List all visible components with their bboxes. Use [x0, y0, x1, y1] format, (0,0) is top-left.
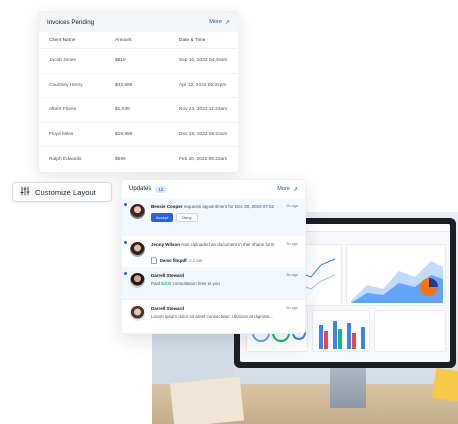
amount: $43,599	[115, 82, 133, 88]
update-time: 3h ago	[286, 273, 298, 277]
update-user-line: Darrell Steward	[151, 306, 298, 312]
column-header: Client Name	[49, 37, 76, 43]
amount: $819	[115, 58, 126, 64]
file-name: Demo file.pdf	[160, 257, 187, 263]
screen-panel-area-chart	[346, 244, 446, 306]
table-row[interactable]: Courtney Henry $43,599 Apr 12, 2022 05:0…	[39, 74, 238, 98]
date-time: Feb 20, 2022 06:22am	[179, 156, 228, 162]
table-row[interactable]: Albert Flores $1,039 Nov 23, 2022 11:23a…	[39, 98, 238, 123]
column-header: Date & Time	[179, 37, 206, 43]
client-name: Ralph Edwards	[49, 156, 82, 162]
update-item[interactable]: Jenny Wilson Has Uploaded an document in…	[122, 236, 305, 267]
update-user-name: Jenny Wilson	[151, 242, 180, 247]
accept-button[interactable]: Accept	[151, 213, 174, 222]
unread-dot	[124, 272, 127, 275]
invoices-more-label: More	[209, 19, 222, 25]
client-name: Courtney Henry	[49, 82, 83, 88]
update-text: Bessie Cooper requests appointment for D…	[151, 204, 298, 210]
invoices-more-link[interactable]: More ↗	[209, 19, 230, 26]
update-body: Bessie Cooper requests appointment for D…	[151, 204, 298, 230]
arrow-up-right-icon: ↗	[224, 19, 230, 26]
updates-more-link[interactable]: More ↗	[277, 186, 298, 193]
unread-dot	[124, 203, 127, 206]
unread-dot	[124, 241, 127, 244]
sticky-note	[432, 368, 458, 402]
update-highlight: Dec 30, 2019 07:52	[234, 204, 275, 209]
avatar	[130, 242, 145, 257]
update-user-name: Darrell Steward	[151, 306, 185, 311]
screen-panel-table	[374, 310, 446, 352]
client-name: Jacob Jones	[49, 58, 76, 64]
customize-layout-label: Customize Layout	[35, 187, 96, 197]
amount: $699	[115, 156, 126, 162]
update-body: Darrell Steward Lorem ipsum dolor sit am…	[151, 306, 298, 327]
update-time: 5h ago	[286, 306, 298, 310]
updates-more-label: More	[277, 186, 290, 192]
client-name: Floyd Miles	[49, 131, 74, 137]
update-user-name: Darrell Steward	[151, 273, 185, 278]
update-body: Darrell Steward Paid $200 consultation f…	[151, 273, 298, 293]
update-message-before: Paid	[151, 281, 161, 286]
update-actions: Accept Deny	[151, 213, 298, 222]
update-text: Paid $200 consultation fees to you	[151, 281, 298, 287]
updates-header: Updates 12 More ↗	[122, 180, 305, 198]
update-text: Jenny Wilson Has Uploaded an document in…	[151, 242, 298, 248]
updates-title: Updates	[129, 186, 152, 192]
update-user-line: Darrell Steward	[151, 273, 298, 279]
updates-title-group: Updates 12	[129, 185, 167, 193]
customize-layout-button[interactable]: Customize Layout	[12, 182, 112, 202]
file-size: 2.2 MB	[189, 257, 203, 263]
date-time: Dec 19, 2022 09:22am	[179, 131, 228, 137]
monitor-stand	[330, 368, 366, 408]
paper-stack	[169, 376, 245, 424]
date-time: Nov 23, 2022 11:23am	[179, 107, 228, 113]
screen-panel-bars	[312, 310, 370, 352]
deny-button[interactable]: Deny	[176, 213, 198, 222]
invoices-column-headers: Client Name Amount Date & Time	[39, 32, 238, 49]
avatar	[130, 204, 145, 219]
table-row[interactable]: Ralph Edwards $699 Feb 20, 2022 06:22am	[39, 147, 238, 172]
updates-count-badge: 12	[155, 185, 167, 193]
update-user-name: Bessie Cooper	[151, 204, 183, 209]
arrow-up-right-icon: ↗	[292, 186, 298, 193]
date-time: Apr 12, 2022 05:02pm	[179, 82, 227, 88]
update-time: 2h ago	[286, 204, 298, 208]
update-item[interactable]: Darrell Steward Lorem ipsum dolor sit am…	[122, 299, 305, 333]
client-name: Albert Flores	[49, 107, 77, 113]
update-amount: $200	[161, 281, 172, 286]
updates-card: Updates 12 More ↗ Bessie Cooper requests…	[121, 179, 306, 334]
date-time: Sep 10, 2022 04:45am	[179, 58, 228, 64]
update-item[interactable]: Bessie Cooper requests appointment for D…	[122, 198, 305, 236]
column-header: Amount	[115, 37, 132, 43]
update-message: Lorem ipsum dolor sit amet consectetur. …	[151, 314, 274, 319]
invoices-title: Invoices Pending	[47, 18, 95, 26]
amount: $1,039	[115, 107, 130, 113]
update-time: 3h ago	[286, 242, 298, 246]
update-message: requests appointment for	[183, 204, 234, 209]
update-message-after: consultation fees to you	[172, 281, 220, 286]
amount: $19,999	[115, 131, 133, 137]
invoices-header: Invoices Pending More ↗	[39, 12, 238, 32]
update-text: Lorem ipsum dolor sit amet consectetur. …	[151, 314, 298, 320]
update-message: Has Uploaded an document in ther shane f…	[181, 242, 275, 247]
avatar	[130, 273, 145, 288]
sliders-icon	[20, 183, 30, 201]
avatar	[130, 306, 145, 321]
invoices-pending-card: Invoices Pending More ↗ Client Name Amou…	[38, 11, 239, 173]
update-body: Jenny Wilson Has Uploaded an document in…	[151, 242, 298, 264]
table-row[interactable]: Floyd Miles $19,999 Dec 19, 2022 09:22am	[39, 123, 238, 147]
update-item[interactable]: Darrell Steward Paid $200 consultation f…	[122, 267, 305, 299]
table-row[interactable]: Jacob Jones $819 Sep 10, 2022 04:45am	[39, 49, 238, 74]
